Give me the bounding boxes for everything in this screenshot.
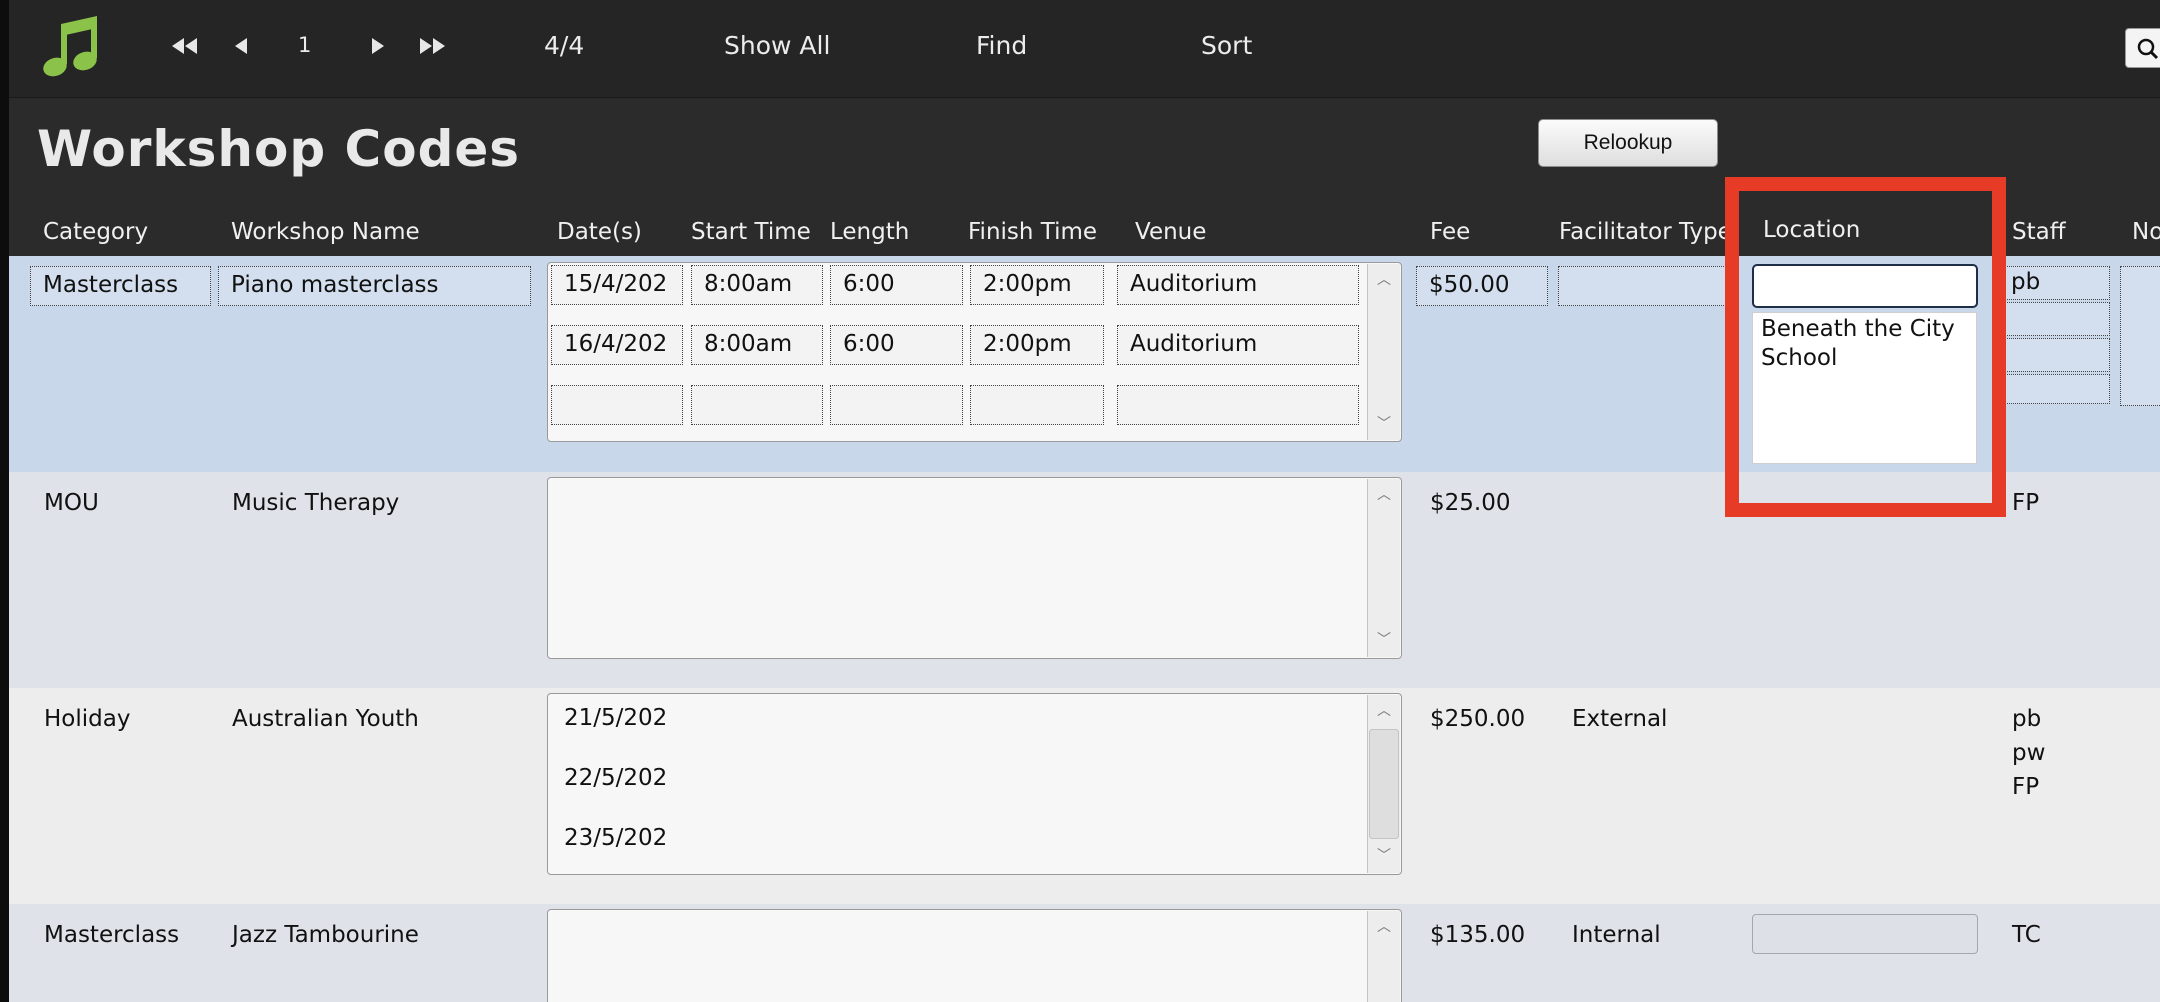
scroll-up-icon[interactable]: ︿ [1368, 264, 1400, 296]
sessions-portal[interactable] [547, 477, 1402, 659]
column-header-dates: Date(s) [557, 219, 642, 245]
relookup-button[interactable]: Relookup [1538, 119, 1718, 167]
session-start-field[interactable] [691, 385, 823, 425]
staff-field[interactable]: pb [2012, 705, 2041, 733]
fee-field[interactable]: $250.00 [1430, 705, 1525, 733]
workshop-name-field[interactable]: Jazz Tambourine [232, 921, 419, 949]
facilitator-type-field[interactable] [1558, 266, 1728, 306]
highlight-box [1725, 177, 2006, 517]
staff-field[interactable]: FP [2012, 773, 2039, 801]
staff-field[interactable]: TC [2012, 921, 2041, 949]
facilitator-type-field[interactable]: Internal [1572, 921, 1661, 949]
find-button[interactable]: Find [976, 31, 1027, 61]
category-field[interactable]: Masterclass [44, 921, 179, 949]
category-field[interactable]: MOU [44, 489, 99, 517]
workshop-name-field[interactable]: Piano masterclass [218, 266, 531, 306]
session-date-field[interactable]: 23/5/202 [564, 824, 667, 852]
record-count: 4/4 [544, 31, 585, 60]
session-date-field[interactable]: 15/4/202 [551, 265, 683, 305]
column-header-fee: Fee [1430, 219, 1471, 245]
music-note-icon [40, 14, 104, 82]
next-record-icon[interactable] [367, 30, 387, 62]
previous-record-icon[interactable] [232, 30, 252, 62]
column-header-staff: Staff [2012, 219, 2066, 245]
page-title: Workshop Codes [37, 120, 521, 178]
last-record-icon[interactable] [417, 30, 447, 62]
facilitator-type-field[interactable]: External [1572, 705, 1667, 733]
session-finish-field[interactable]: 2:00pm [970, 325, 1104, 365]
column-header-start-time: Start Time [691, 219, 811, 245]
staff-field[interactable] [1998, 302, 2110, 336]
column-header-facilitator-type: Facilitator Type [1559, 219, 1727, 245]
staff-field[interactable]: pw [2012, 739, 2045, 767]
column-header-notes: No [2132, 219, 2160, 245]
sort-button[interactable]: Sort [1201, 31, 1252, 61]
fee-field[interactable]: $135.00 [1430, 921, 1525, 949]
session-start-field[interactable]: 8:00am [691, 265, 823, 305]
workshop-name-field[interactable]: Australian Youth [232, 705, 419, 733]
session-length-field[interactable] [830, 385, 963, 425]
staff-field[interactable]: FP [2012, 489, 2039, 517]
first-record-icon[interactable] [170, 30, 200, 62]
session-venue-field[interactable]: Auditorium [1117, 325, 1359, 365]
column-header-workshop-name: Workshop Name [231, 219, 420, 245]
session-venue-field[interactable]: Auditorium [1117, 265, 1359, 305]
session-date-field[interactable]: 22/5/202 [564, 764, 667, 792]
staff-field[interactable] [1998, 374, 2110, 404]
session-date-field[interactable] [551, 385, 683, 425]
session-venue-field[interactable] [1117, 385, 1359, 425]
column-header-finish-time: Finish Time [968, 219, 1098, 245]
staff-field[interactable]: pb [1998, 266, 2110, 300]
session-start-field[interactable]: 8:00am [691, 325, 823, 365]
scroll-down-icon[interactable]: ﹀ [1368, 408, 1400, 440]
sessions-portal[interactable] [547, 909, 1402, 1002]
session-finish-field[interactable] [970, 385, 1104, 425]
workshop-name-field[interactable]: Music Therapy [232, 489, 399, 517]
session-date-field[interactable]: 21/5/202 [564, 704, 667, 732]
scroll-up-icon[interactable]: ︿ [1368, 695, 1400, 727]
scroll-up-icon[interactable]: ︿ [1368, 911, 1400, 943]
show-all-button[interactable]: Show All [724, 31, 830, 61]
quick-find-button[interactable] [2125, 28, 2160, 68]
scroll-down-icon[interactable]: ﹀ [1368, 624, 1400, 656]
fee-field[interactable]: $50.00 [1416, 266, 1548, 306]
staff-field[interactable] [1998, 338, 2110, 372]
column-header-length: Length [830, 219, 910, 245]
window-edge [0, 0, 9, 1002]
scroll-up-icon[interactable]: ︿ [1368, 479, 1400, 511]
fee-field[interactable]: $25.00 [1430, 489, 1510, 517]
scroll-down-icon[interactable]: ﹀ [1368, 840, 1400, 872]
session-length-field[interactable]: 6:00 [830, 265, 963, 305]
sessions-portal[interactable] [547, 693, 1402, 875]
column-header-category: Category [43, 219, 149, 245]
scroll-thumb[interactable] [1369, 729, 1399, 839]
toolbar [0, 0, 2160, 98]
notes-field[interactable] [2120, 266, 2160, 406]
column-header-venue: Venue [1135, 219, 1207, 245]
record-number[interactable]: 1 [298, 30, 311, 60]
category-field[interactable]: Holiday [44, 705, 130, 733]
search-icon [2137, 38, 2159, 60]
location-field[interactable] [1752, 914, 1978, 954]
session-date-field[interactable]: 16/4/202 [551, 325, 683, 365]
session-length-field[interactable]: 6:00 [830, 325, 963, 365]
category-field[interactable]: Masterclass [30, 266, 211, 306]
session-finish-field[interactable]: 2:00pm [970, 265, 1104, 305]
